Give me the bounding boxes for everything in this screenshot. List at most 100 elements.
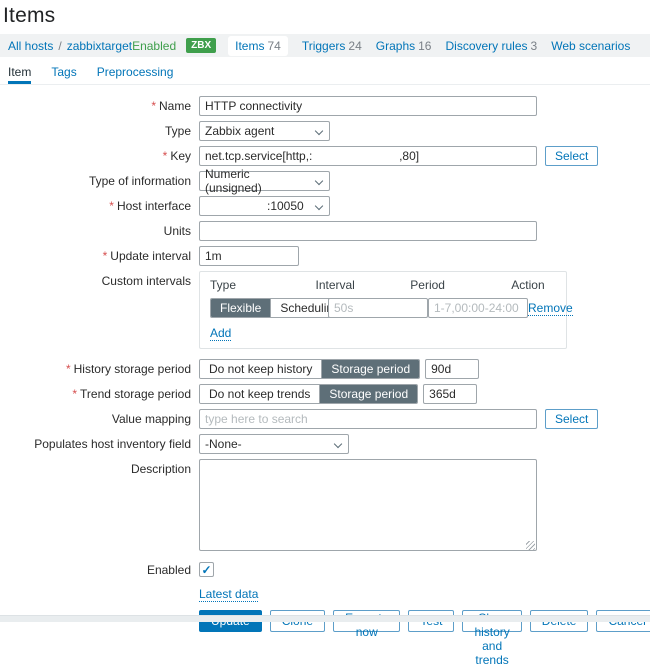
nav-item-discovery-rules[interactable]: Discovery rules 3 (445, 39, 537, 53)
row-inventory-field: Populates host inventory field -None- (0, 434, 650, 454)
history-off-toggle[interactable]: Do not keep history (200, 360, 321, 378)
nav-item-triggers-count: 24 (348, 39, 361, 53)
tab-item[interactable]: Item (8, 65, 31, 84)
row-history-storage: *History storage period Do not keep hist… (0, 359, 650, 379)
remove-interval-link[interactable]: Remove (528, 301, 573, 316)
nav-item-items-count: 74 (267, 39, 280, 53)
custom-interval-row: Flexible Scheduling Remove (210, 298, 556, 318)
toggle-flexible[interactable]: Flexible (211, 299, 270, 317)
nav-item-discovery-rules-label[interactable]: Discovery rules (445, 39, 527, 53)
column-action: Action (511, 278, 556, 292)
spacer (0, 587, 199, 590)
breadcrumb-all-hosts[interactable]: All hosts (8, 39, 53, 53)
form-tabs: Item Tags Preprocessing (0, 57, 650, 85)
required-marker: * (151, 99, 156, 113)
trend-storage-label: *Trend storage period (0, 384, 199, 401)
resize-handle-icon[interactable] (526, 541, 535, 550)
row-custom-intervals: Custom intervals Type Interval Period Ac… (0, 271, 650, 349)
host-nav-bar: All hosts / zabbixtarget Enabled ZBX Ite… (0, 34, 650, 57)
breadcrumb-host[interactable]: zabbixtarget (67, 39, 132, 53)
row-host-interface: *Host interface :10050 (0, 196, 650, 216)
host-status-enabled: Enabled (132, 39, 176, 53)
nav-item-web-scenarios[interactable]: Web scenarios (551, 39, 630, 53)
breadcrumb-separator: / (58, 39, 61, 53)
nav-item-triggers-label[interactable]: Triggers (302, 39, 346, 53)
history-storage-period-toggle[interactable]: Storage period (321, 360, 419, 378)
nav-item-graphs-label[interactable]: Graphs (376, 39, 415, 53)
interval-input[interactable] (328, 298, 428, 318)
row-value-mapping: Value mapping Select (0, 409, 650, 429)
value-mapping-input[interactable] (199, 409, 537, 429)
column-interval: Interval (316, 278, 411, 292)
name-label: *Name (0, 96, 199, 113)
required-marker: * (72, 387, 77, 401)
required-marker: * (103, 249, 108, 263)
description-textarea[interactable] (199, 459, 537, 551)
zbx-badge: ZBX (186, 38, 216, 53)
row-key: *Key Select (0, 146, 650, 166)
nav-item-triggers[interactable]: Triggers24 (302, 39, 362, 53)
chevron-down-icon (315, 127, 323, 135)
nav-item-items[interactable]: Items74 (228, 36, 288, 56)
row-units: Units (0, 221, 650, 241)
row-name: *Name (0, 96, 650, 116)
units-input[interactable] (199, 221, 537, 241)
trends-off-toggle[interactable]: Do not keep trends (200, 385, 319, 403)
value-mapping-select-button[interactable]: Select (545, 409, 598, 429)
value-mapping-label: Value mapping (0, 409, 199, 426)
row-type: Type Zabbix agent (0, 121, 650, 141)
row-latest-data: Latest data (0, 587, 650, 602)
enabled-checkbox[interactable] (199, 562, 214, 577)
host-interface-value: :10050 (205, 199, 304, 213)
nav-item-items-label[interactable]: Items (235, 39, 264, 53)
tab-preprocessing[interactable]: Preprocessing (97, 65, 174, 84)
trends-storage-period-toggle[interactable]: Storage period (319, 385, 417, 403)
update-interval-input[interactable] (199, 246, 299, 266)
item-form: *Name Type Zabbix agent *Key Select Type… (0, 85, 650, 632)
chevron-down-icon (315, 177, 323, 185)
key-input[interactable] (199, 146, 537, 166)
type-select[interactable]: Zabbix agent (199, 121, 330, 141)
history-period-input[interactable] (425, 359, 479, 379)
custom-intervals-header: Type Interval Period Action (210, 278, 556, 292)
required-marker: * (66, 362, 71, 376)
row-type-of-information: Type of information Numeric (unsigned) (0, 171, 650, 191)
chevron-down-icon (315, 202, 323, 210)
type-label: Type (0, 121, 199, 138)
host-interface-select[interactable]: :10050 (199, 196, 330, 216)
required-marker: * (109, 199, 114, 213)
row-enabled: Enabled (0, 560, 650, 577)
inventory-field-value: -None- (205, 437, 242, 451)
type-of-information-value: Numeric (unsigned) (205, 167, 309, 195)
nav-item-web-scenarios-label[interactable]: Web scenarios (551, 39, 630, 53)
update-interval-label: *Update interval (0, 246, 199, 263)
type-of-information-label: Type of information (0, 171, 199, 188)
history-storage-label: *History storage period (0, 359, 199, 376)
host-interface-label: *Host interface (0, 196, 199, 213)
column-type: Type (210, 278, 316, 292)
period-input[interactable] (428, 298, 528, 318)
add-interval-link[interactable]: Add (210, 326, 231, 341)
enabled-label: Enabled (0, 560, 199, 577)
type-of-information-select[interactable]: Numeric (unsigned) (199, 171, 330, 191)
trend-period-input[interactable] (423, 384, 477, 404)
type-select-value: Zabbix agent (205, 124, 274, 138)
key-label: *Key (0, 146, 199, 163)
page-bottom-strip (0, 615, 650, 622)
name-input[interactable] (199, 96, 537, 116)
tab-tags[interactable]: Tags (51, 65, 76, 84)
interval-type-toggle: Flexible Scheduling (210, 298, 328, 318)
inventory-field-label: Populates host inventory field (0, 434, 199, 451)
custom-intervals-panel: Type Interval Period Action Flexible Sch… (199, 271, 567, 349)
nav-item-graphs[interactable]: Graphs16 (376, 39, 432, 53)
nav-item-discovery-rules-count: 3 (531, 39, 538, 53)
row-update-interval: *Update interval (0, 246, 650, 266)
units-label: Units (0, 221, 199, 238)
nav-item-graphs-count: 16 (418, 39, 431, 53)
latest-data-link[interactable]: Latest data (199, 587, 258, 602)
custom-intervals-label: Custom intervals (0, 271, 199, 288)
description-label: Description (0, 459, 199, 476)
key-select-button[interactable]: Select (545, 146, 598, 166)
inventory-field-select[interactable]: -None- (199, 434, 349, 454)
page-title: Items (3, 4, 650, 28)
